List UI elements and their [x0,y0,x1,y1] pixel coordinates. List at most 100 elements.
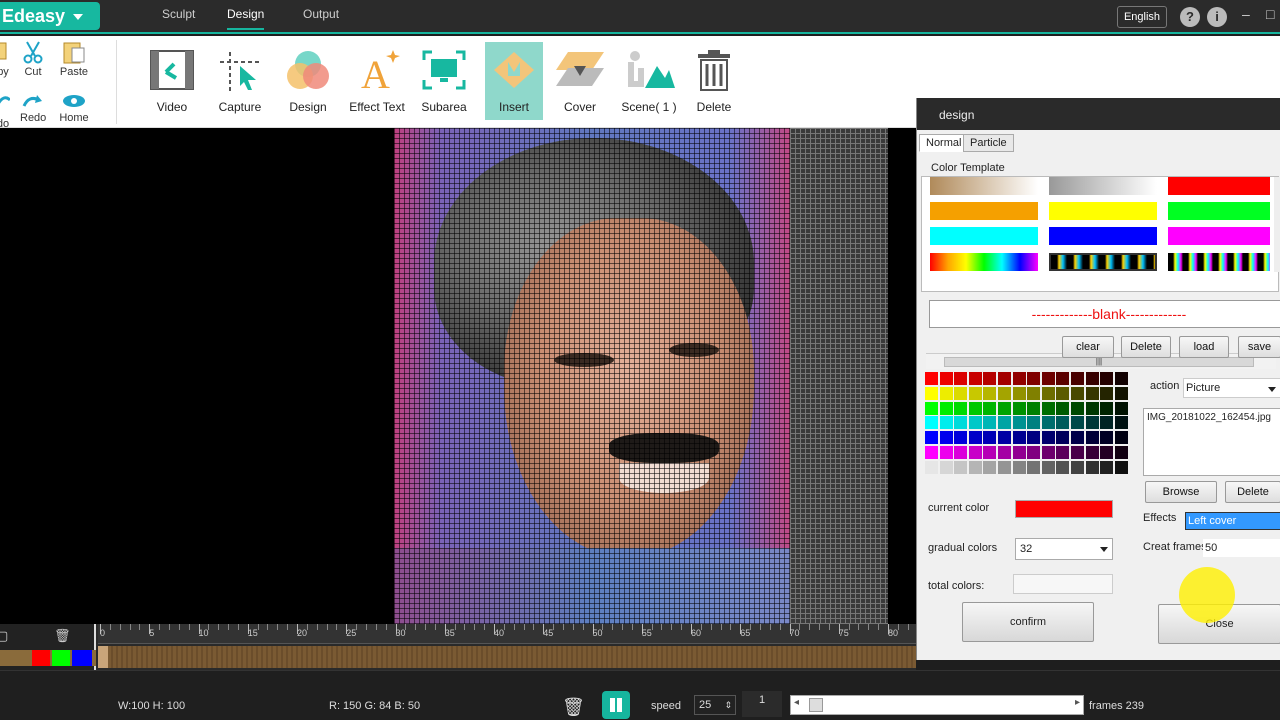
palette-cell[interactable] [1114,460,1128,474]
palette-cell[interactable] [983,401,997,415]
palette-cell[interactable] [939,386,953,400]
minimize-icon[interactable]: – [1242,6,1250,22]
add-layer-icon[interactable]: ▢ [0,628,8,644]
palette-cell[interactable] [1041,416,1055,430]
palette-cell[interactable] [925,431,938,445]
palette-cell[interactable] [968,416,982,430]
palette-cell[interactable] [968,431,982,445]
palette-cell[interactable] [939,460,953,474]
gradual-colors-select[interactable]: 32 [1015,538,1113,560]
palette-cell[interactable] [1071,386,1084,400]
home-button[interactable]: Home [58,92,90,124]
redo-button[interactable]: Redo [20,92,46,124]
palette-cell[interactable] [983,460,997,474]
tab-design[interactable]: Design [227,0,265,30]
speed-stepper[interactable]: 25 ⇕ [694,695,736,715]
template-swatch[interactable] [1168,253,1270,271]
palette-cell[interactable] [1100,416,1114,430]
palette-cell[interactable] [925,460,938,474]
palette-cell[interactable] [998,416,1011,430]
palette-cell[interactable] [968,386,982,400]
frame-slider[interactable]: ◂ ▸ [790,695,1084,715]
palette-cell[interactable] [968,446,982,459]
creat-frames-input[interactable]: 50 [1203,539,1280,557]
palette-cell[interactable] [1041,401,1055,415]
palette-cell[interactable] [1114,446,1128,459]
palette-cell[interactable] [1085,416,1099,430]
template-swatch-selected[interactable] [1049,253,1157,271]
scene-button[interactable]: Scene( 1 ) [616,42,682,120]
tab-normal[interactable]: Normal [919,134,969,152]
action-select[interactable]: Picture [1183,378,1280,398]
subarea-button[interactable]: Subarea [412,42,476,120]
palette-cell[interactable] [1012,401,1026,415]
palette-cell[interactable] [1056,416,1070,430]
palette-cell[interactable] [998,401,1011,415]
palette-cell[interactable] [1027,401,1041,415]
scrollbar-thumb[interactable]: ||| [944,357,1254,367]
palette-cell[interactable] [1071,401,1084,415]
frame-input[interactable]: 1 [742,691,782,717]
template-swatch[interactable] [1049,177,1157,195]
trash-icon[interactable]: 🗑 [562,697,585,718]
palette-cell[interactable] [1071,372,1084,385]
delete-button[interactable]: Delete [682,42,746,120]
clear-button[interactable]: clear [1062,336,1114,358]
palette-cell[interactable] [954,446,968,459]
palette-cell[interactable] [1114,431,1128,445]
palette-cell[interactable] [939,431,953,445]
file-name[interactable]: IMG_20181022_162454.jpg [1147,412,1271,423]
palette-cell[interactable] [1056,372,1070,385]
palette-cell[interactable] [1012,416,1026,430]
palette-cell[interactable] [925,372,938,385]
palette-cell[interactable] [1100,401,1114,415]
load-button[interactable]: load [1179,336,1229,358]
stepper-arrows-icon[interactable]: ⇕ [724,696,732,714]
palette-cell[interactable] [968,401,982,415]
palette-cell[interactable] [925,416,938,430]
template-swatch[interactable] [930,177,1038,195]
palette-cell[interactable] [954,460,968,474]
palette-cell[interactable] [1027,460,1041,474]
palette-cell[interactable] [998,386,1011,400]
palette-cell[interactable] [1100,431,1114,445]
palette-cell[interactable] [925,446,938,459]
layer-swatch[interactable] [0,650,96,666]
palette-cell[interactable] [925,386,938,400]
palette-cell[interactable] [954,372,968,385]
palette-cell[interactable] [1114,401,1128,415]
confirm-button[interactable]: confirm [962,602,1094,642]
palette-cell[interactable] [1012,372,1026,385]
palette-cell[interactable] [983,416,997,430]
palette-cell[interactable] [925,401,938,415]
current-color-swatch[interactable] [1015,500,1113,518]
palette-cell[interactable] [954,416,968,430]
palette-cell[interactable] [983,446,997,459]
video-button[interactable]: Video [140,42,204,120]
template-swatch[interactable] [930,227,1038,245]
palette-cell[interactable] [998,460,1011,474]
color-template-list[interactable]: ||| [921,176,1280,369]
palette-cell[interactable] [1027,446,1041,459]
palette-cell[interactable] [939,372,953,385]
template-swatch[interactable] [930,253,1038,271]
palette-cell[interactable] [1027,386,1041,400]
palette-cell[interactable] [998,372,1011,385]
tab-particle[interactable]: Particle [963,134,1014,152]
cut-button[interactable]: Cut [20,40,46,78]
palette-cell[interactable] [1056,386,1070,400]
playhead[interactable] [98,646,108,668]
palette-cell[interactable] [1012,460,1026,474]
trash-icon[interactable]: 🗑 [54,628,71,644]
palette-cell[interactable] [1100,446,1114,459]
palette-cell[interactable] [1085,446,1099,459]
palette-cell[interactable] [1041,431,1055,445]
palette-cell[interactable] [998,446,1011,459]
template-swatch[interactable] [1168,177,1270,195]
chevron-left-icon[interactable]: ◂ [794,697,799,708]
palette-cell[interactable] [1041,386,1055,400]
chevron-right-icon[interactable]: ▸ [1075,697,1080,708]
slider-thumb[interactable] [809,698,823,712]
palette-cell[interactable] [954,431,968,445]
template-swatch[interactable] [930,202,1038,220]
